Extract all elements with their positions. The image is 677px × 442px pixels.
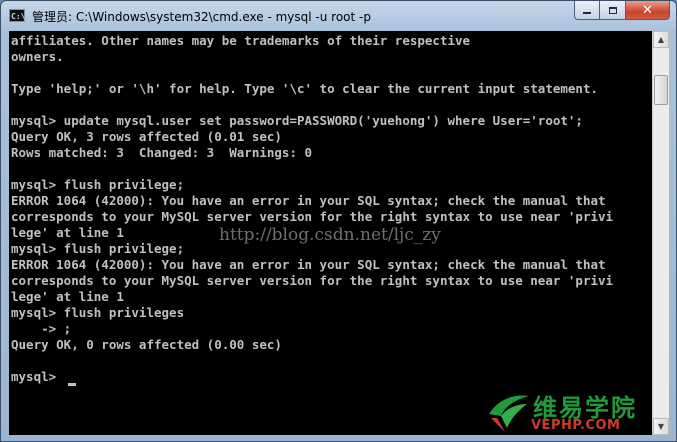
console-line: mysql> update mysql.user set password=PA… bbox=[11, 113, 583, 128]
console-line: ERROR 1064 (42000): You have an error in… bbox=[11, 257, 606, 272]
console-line: Rows matched: 3 Changed: 3 Warnings: 0 bbox=[11, 145, 313, 160]
console-line: ERROR 1064 (42000): You have an error in… bbox=[11, 193, 606, 208]
cmd-app-icon[interactable]: C:\ bbox=[9, 9, 25, 22]
logo-site: VEPHP.COM bbox=[531, 418, 621, 433]
console-line: lege' at line 1 bbox=[11, 289, 124, 304]
minimize-button[interactable] bbox=[574, 1, 600, 20]
console-prompt-line: mysql> bbox=[11, 369, 64, 384]
console-line: affiliates. Other names may be trademark… bbox=[11, 33, 471, 48]
scroll-up-button[interactable]: ▲ bbox=[653, 31, 669, 48]
console-line: owners. bbox=[11, 49, 64, 64]
console-line: mysql> flush privilege; bbox=[11, 177, 185, 192]
scroll-thumb[interactable] bbox=[654, 75, 668, 105]
close-button[interactable]: ✕ bbox=[626, 1, 670, 20]
cmd-window: C:\ 管理员: C:\Windows\system32\cmd.exe - m… bbox=[0, 0, 677, 442]
arrow-up-icon: ▲ bbox=[657, 35, 665, 44]
console-line: Query OK, 0 rows affected (0.00 sec) bbox=[11, 337, 282, 352]
console-line: lege' at line 1 bbox=[11, 225, 124, 240]
console-output[interactable]: affiliates. Other names may be trademark… bbox=[9, 31, 652, 435]
console-line: corresponds to your MySQL server version… bbox=[11, 209, 614, 224]
console-line: corresponds to your MySQL server version… bbox=[11, 273, 614, 288]
vertical-scrollbar[interactable]: ▲ ▼ bbox=[652, 31, 669, 435]
maximize-icon bbox=[608, 6, 617, 14]
window-title: 管理员: C:\Windows\system32\cmd.exe - mysql… bbox=[32, 10, 371, 24]
console-line: mysql> flush privilege; bbox=[11, 241, 185, 256]
text-cursor bbox=[68, 383, 76, 386]
close-icon: ✕ bbox=[642, 2, 653, 18]
console-line: mysql> flush privileges bbox=[11, 305, 185, 320]
console-line: -> ; bbox=[11, 321, 72, 336]
blog-watermark: http://blog.csdn.net/ljc_zy bbox=[219, 225, 441, 245]
logo-swoosh-icon bbox=[489, 395, 529, 432]
console-line: Type 'help;' or '\h' for help. Type '\c'… bbox=[11, 81, 598, 96]
vephp-logo: 维易学院 VEPHP.COM bbox=[485, 384, 665, 440]
maximize-button[interactable] bbox=[600, 1, 626, 20]
window-controls: ✕ bbox=[574, 1, 670, 21]
minimize-icon bbox=[583, 12, 591, 14]
title-bar[interactable]: C:\ 管理员: C:\Windows\system32\cmd.exe - m… bbox=[1, 1, 676, 31]
console-line: Query OK, 3 rows affected (0.01 sec) bbox=[11, 129, 282, 144]
